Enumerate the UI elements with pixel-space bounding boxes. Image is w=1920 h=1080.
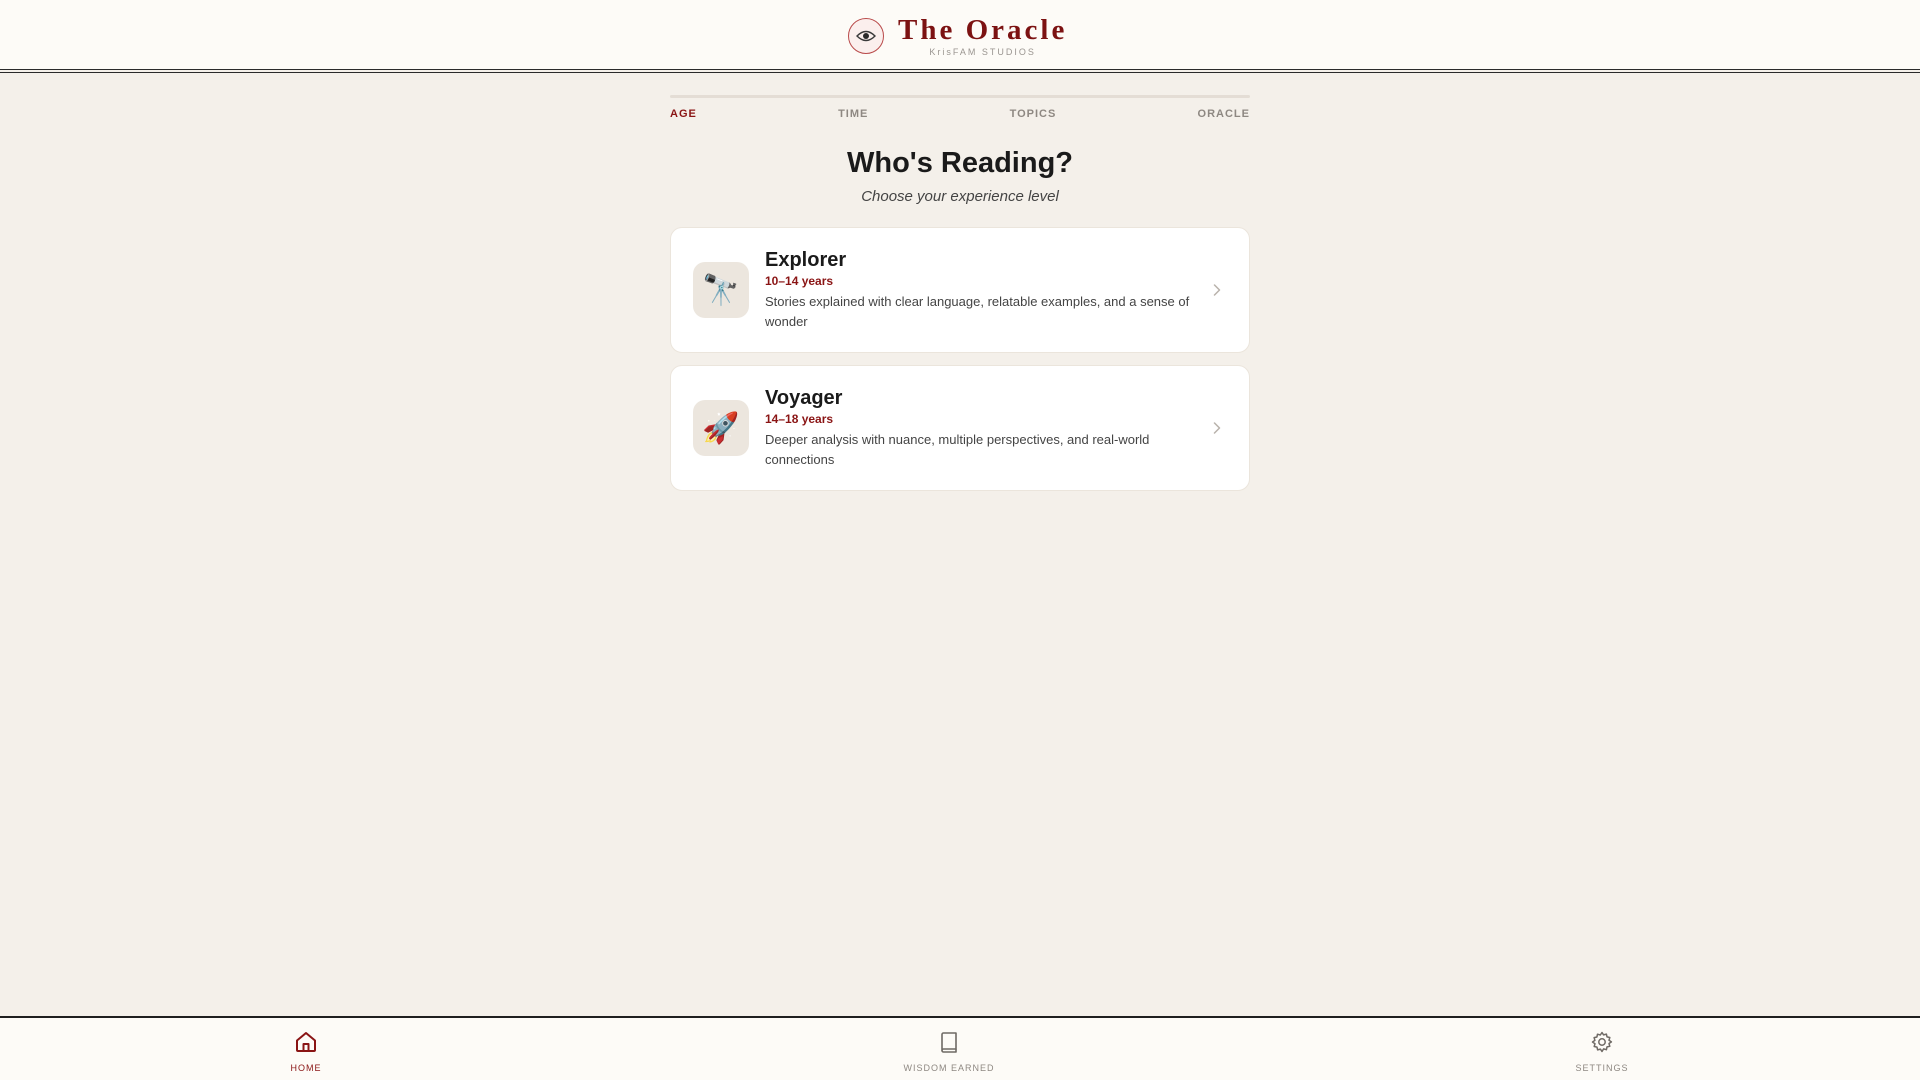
nav-label: WISDOM EARNED bbox=[903, 1063, 995, 1073]
nav-label: SETTINGS bbox=[1575, 1063, 1629, 1073]
option-card-explorer[interactable]: 🔭 Explorer 10–14 years Stories explained… bbox=[670, 227, 1250, 353]
card-age-range: 14–18 years bbox=[765, 412, 834, 426]
step-progress: AGE TIME TOPICS ORACLE bbox=[670, 95, 1250, 120]
nav-wisdom-earned[interactable]: WISDOM EARNED bbox=[889, 1030, 1009, 1073]
nav-settings[interactable]: SETTINGS bbox=[1542, 1030, 1662, 1073]
page-subtitle: Choose your experience level bbox=[861, 188, 1059, 205]
card-description: Stories explained with clear language, r… bbox=[765, 294, 1190, 329]
step-labels: AGE TIME TOPICS ORACLE bbox=[670, 108, 1250, 120]
nav-label: HOME bbox=[290, 1063, 322, 1073]
chevron-right-icon bbox=[1207, 422, 1227, 434]
card-title: Voyager bbox=[765, 387, 843, 409]
eye-icon bbox=[848, 18, 884, 54]
card-description: Deeper analysis with nuance, multiple pe… bbox=[765, 432, 1150, 467]
step-track bbox=[670, 95, 1250, 98]
rocket-icon: 🚀 bbox=[693, 400, 749, 456]
bottom-nav: HOME WISDOM EARNED SETTINGS bbox=[0, 1016, 1920, 1080]
step-time[interactable]: TIME bbox=[838, 108, 868, 120]
option-card-voyager[interactable]: 🚀 Voyager 14–18 years Deeper analysis wi… bbox=[670, 365, 1250, 491]
book-icon bbox=[937, 1030, 961, 1059]
card-body: Explorer 10–14 years Stories explained w… bbox=[765, 248, 1207, 332]
app-title: The Oracle bbox=[898, 14, 1068, 46]
brand-text: The Oracle KrisFAM STUDIOS bbox=[898, 15, 1067, 57]
app-header: The Oracle KrisFAM STUDIOS bbox=[0, 0, 1920, 73]
card-age-range: 10–14 years bbox=[765, 274, 834, 288]
gear-icon bbox=[1590, 1030, 1614, 1059]
card-title: Explorer bbox=[765, 249, 847, 271]
home-icon bbox=[294, 1030, 318, 1059]
studio-name: KrisFAM STUDIOS bbox=[929, 47, 1036, 57]
step-age[interactable]: AGE bbox=[670, 108, 697, 120]
card-body: Voyager 14–18 years Deeper analysis with… bbox=[765, 386, 1207, 470]
chevron-right-icon bbox=[1207, 284, 1227, 296]
brand[interactable]: The Oracle KrisFAM STUDIOS bbox=[848, 14, 1067, 58]
step-oracle[interactable]: ORACLE bbox=[1198, 108, 1250, 120]
telescope-icon: 🔭 bbox=[693, 262, 749, 318]
step-topics[interactable]: TOPICS bbox=[1010, 108, 1057, 120]
page-title: Who's Reading? bbox=[847, 147, 1073, 179]
page-heading: Who's Reading? Choose your experience le… bbox=[560, 146, 1360, 205]
nav-home[interactable]: HOME bbox=[246, 1030, 366, 1073]
